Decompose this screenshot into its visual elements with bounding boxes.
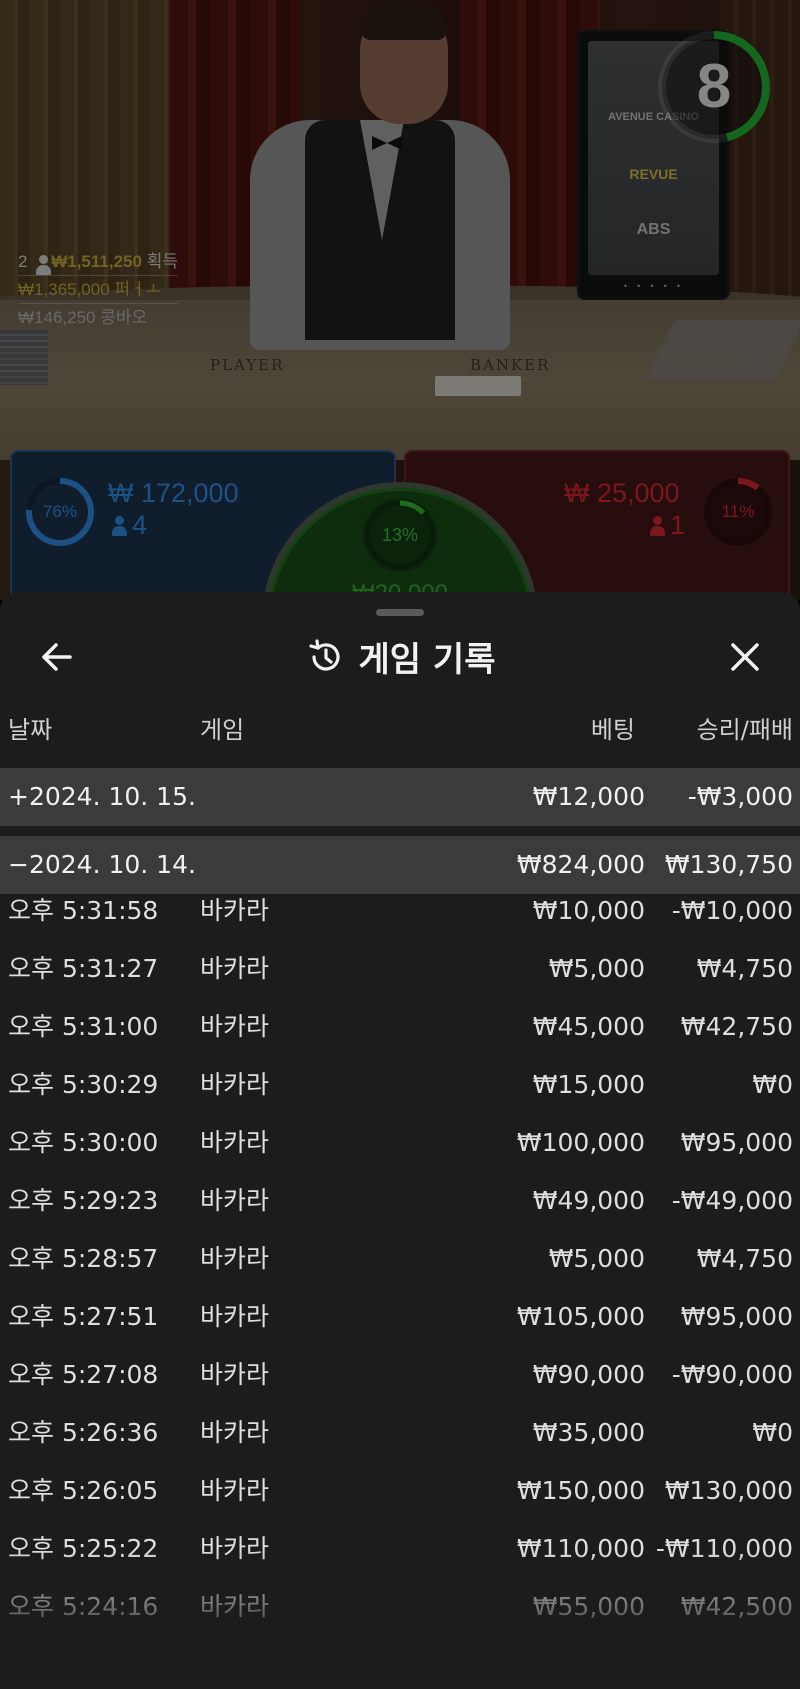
row-time: 오후 5:28:57	[8, 1244, 159, 1273]
row-win-loss: -₩110,000	[655, 1534, 793, 1563]
row-bet: ₩5,000	[548, 1244, 645, 1273]
row-game: 바카라	[200, 1012, 270, 1041]
row-bet: ₩45,000	[532, 1012, 645, 1041]
row-game: 바카라	[200, 1476, 270, 1505]
row-game: 바카라	[200, 1534, 270, 1563]
column-date: 날짜	[8, 716, 53, 744]
column-game: 게임	[200, 716, 245, 744]
history-row[interactable]: 오후 5:30:00 바카라 ₩100,000 ₩95,000	[0, 1114, 800, 1172]
day-bet-total: ₩12,000	[532, 782, 645, 811]
row-time: 오후 5:30:29	[8, 1070, 159, 1099]
row-bet: ₩10,000	[532, 896, 645, 925]
history-row[interactable]: 오후 5:24:16 바카라 ₩55,000 ₩42,500	[0, 1578, 800, 1636]
game-history-sheet: 게임 기록 날짜 게임 베팅 승리/패배 +2024. 10. 15. ₩12,…	[0, 592, 800, 1689]
row-time: 오후 5:31:27	[8, 954, 159, 983]
row-win-loss: -₩10,000	[671, 896, 793, 925]
history-row[interactable]: 오후 5:29:23 바카라 ₩49,000 -₩49,000	[0, 1172, 800, 1230]
history-icon	[308, 638, 340, 670]
row-time: 오후 5:26:36	[8, 1418, 159, 1447]
history-row[interactable]: 오후 5:31:58 바카라 ₩10,000 -₩10,000	[0, 882, 800, 940]
row-time: 오후 5:24:16	[8, 1592, 159, 1621]
row-game: 바카라	[200, 954, 270, 983]
row-bet: ₩90,000	[532, 1360, 645, 1389]
row-win-loss: ₩42,750	[680, 1012, 793, 1041]
row-game: 바카라	[200, 1128, 270, 1157]
row-win-loss: ₩42,500	[680, 1592, 793, 1621]
history-row[interactable]: 오후 5:31:00 바카라 ₩45,000 ₩42,750	[0, 998, 800, 1056]
row-game: 바카라	[200, 1360, 270, 1389]
live-video-stream: PLAYER BANKER AVENUE CASINO REVUE ABS • …	[0, 0, 800, 600]
row-game: 바카라	[200, 1302, 270, 1331]
row-bet: ₩15,000	[532, 1070, 645, 1099]
row-bet: ₩150,000	[516, 1476, 645, 1505]
row-game: 바카라	[200, 1070, 270, 1099]
row-game: 바카라	[200, 1186, 270, 1215]
day-label: +2024. 10. 15.	[8, 782, 196, 811]
row-bet: ₩5,000	[548, 954, 645, 983]
row-bet: ₩105,000	[516, 1302, 645, 1331]
row-bet: ₩55,000	[532, 1592, 645, 1621]
sheet-header: 게임 기록	[0, 632, 800, 682]
row-time: 오후 5:30:00	[8, 1128, 159, 1157]
modal-backdrop[interactable]	[0, 0, 800, 600]
row-time: 오후 5:26:05	[8, 1476, 159, 1505]
row-game: 바카라	[200, 1418, 270, 1447]
history-row[interactable]: 오후 5:25:22 바카라 ₩110,000 -₩110,000	[0, 1520, 800, 1578]
history-row[interactable]: 오후 5:26:36 바카라 ₩35,000 ₩0	[0, 1404, 800, 1462]
row-bet: ₩35,000	[532, 1418, 645, 1447]
row-time: 오후 5:27:51	[8, 1302, 159, 1331]
history-row[interactable]: 오후 5:27:08 바카라 ₩90,000 -₩90,000	[0, 1346, 800, 1404]
row-win-loss: -₩49,000	[671, 1186, 793, 1215]
history-row[interactable]: 오후 5:31:27 바카라 ₩5,000 ₩4,750	[0, 940, 800, 998]
row-win-loss: ₩4,750	[696, 954, 793, 983]
row-bet: ₩110,000	[516, 1534, 645, 1563]
row-time: 오후 5:31:00	[8, 1012, 159, 1041]
day-win-total: -₩3,000	[687, 782, 793, 811]
row-win-loss: ₩0	[752, 1070, 793, 1099]
history-row[interactable]: 오후 5:27:51 바카라 ₩105,000 ₩95,000	[0, 1288, 800, 1346]
row-game: 바카라	[200, 896, 270, 925]
history-row[interactable]: 오후 5:30:29 바카라 ₩15,000 ₩0	[0, 1056, 800, 1114]
day-group-2024-10-15[interactable]: +2024. 10. 15. ₩12,000 -₩3,000	[0, 768, 800, 826]
row-win-loss: ₩95,000	[680, 1128, 793, 1157]
close-button[interactable]	[718, 630, 772, 684]
row-win-loss: -₩90,000	[671, 1360, 793, 1389]
row-win-loss: ₩0	[752, 1418, 793, 1447]
column-win-loss: 승리/패배	[696, 716, 793, 744]
row-game: 바카라	[200, 1244, 270, 1273]
row-time: 오후 5:27:08	[8, 1360, 159, 1389]
history-row[interactable]: 오후 5:28:57 바카라 ₩5,000 ₩4,750	[0, 1230, 800, 1288]
row-win-loss: ₩130,000	[664, 1476, 793, 1505]
row-time: 오후 5:25:22	[8, 1534, 159, 1563]
row-bet: ₩49,000	[532, 1186, 645, 1215]
row-bet: ₩100,000	[516, 1128, 645, 1157]
close-icon	[731, 643, 759, 671]
history-row[interactable]: 오후 5:26:05 바카라 ₩150,000 ₩130,000	[0, 1462, 800, 1520]
row-win-loss: ₩4,750	[696, 1244, 793, 1273]
row-time: 오후 5:29:23	[8, 1186, 159, 1215]
column-bet: 베팅	[590, 716, 635, 744]
history-list: 오후 5:31:58 바카라 ₩10,000 -₩10,000 오후 5:31:27 바카…	[0, 882, 800, 1636]
sheet-title: 게임 기록	[358, 640, 496, 680]
row-game: 바카라	[200, 1592, 270, 1621]
sheet-drag-handle[interactable]	[376, 609, 424, 616]
row-win-loss: ₩95,000	[680, 1302, 793, 1331]
row-time: 오후 5:31:58	[8, 896, 159, 925]
